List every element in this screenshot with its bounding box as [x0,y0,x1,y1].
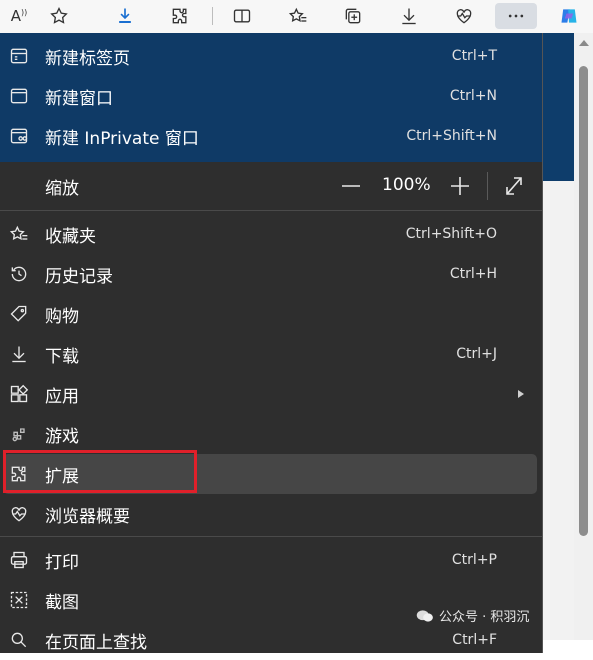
menu-item-label: 下载 [45,346,79,367]
wechat-icon [416,609,433,622]
new-window-icon [9,86,29,106]
favorites-icon [288,7,307,23]
menu-item-find[interactable]: 在页面上查找 Ctrl+F [0,620,542,660]
watermark: 公众号 · 积羽沉 [416,606,529,625]
download-icon [119,8,131,23]
menu-item-shopping[interactable]: 购物 [0,294,542,334]
menu-item-label: 打印 [45,552,79,573]
browser-essentials-button[interactable] [449,3,479,29]
download-button[interactable] [110,3,140,29]
menu-item-shortcut: Ctrl+P [451,552,497,568]
favorite-star-button[interactable] [44,3,74,29]
split-screen-icon [233,9,251,23]
history-icon [9,264,29,284]
zoom-row: 缩放 100% [0,162,542,210]
watermark-text: 公众号 · 积羽沉 [439,610,530,625]
menu-item-favorites[interactable]: 收藏夹 Ctrl+Shift+O [0,214,542,254]
zoom-label: 缩放 [45,179,79,199]
menu-item-label: 历史记录 [45,266,113,287]
menu-item-label: 浏览器概要 [45,506,130,527]
fullscreen-button[interactable] [503,174,525,198]
menu-item-apps[interactable]: 应用 [0,374,542,414]
apps-icon [9,384,29,404]
favorite-star-icon [50,6,68,24]
menu-item-label: 新建窗口 [45,88,113,109]
menu-item-new-window[interactable]: 新建窗口 Ctrl+N [0,76,542,116]
menu-item-label: 收藏夹 [45,226,96,247]
menu-item-new-inprivate[interactable]: 新建 InPrivate 窗口 Ctrl+Shift+N [0,116,542,156]
chevron-right-icon [518,390,524,398]
copilot-button[interactable] [553,3,585,29]
favorites-button[interactable] [283,3,313,29]
extensions-toolbar-button[interactable] [165,3,195,29]
games-icon [9,424,29,444]
copilot-icon [561,9,577,23]
menu-item-shortcut: Ctrl+H [449,266,497,282]
menu-item-label: 截图 [45,592,79,613]
browser-essentials-icon [9,504,29,524]
downloads-icon [402,8,416,25]
browser-essentials-icon [456,9,472,24]
read-aloud-button[interactable]: A)) [4,3,34,29]
menu-item-downloads[interactable]: 下载 Ctrl+J [0,334,542,374]
settings-menu: 新建标签页 Ctrl+T 新建窗口 Ctrl+N 新建 InPrivate 窗口… [0,33,543,653]
plus-icon [451,177,469,195]
print-icon [9,550,29,570]
menu-item-shortcut: Ctrl+F [452,632,497,648]
fullscreen-icon [506,177,522,195]
collections-icon [345,8,361,24]
scrollbar-thumb[interactable] [579,66,588,536]
menu-item-print[interactable]: 打印 Ctrl+P [0,540,542,580]
screenshot-icon [9,590,29,610]
menu-item-shortcut: Ctrl+J [456,346,497,362]
menu-item-label: 游戏 [45,426,79,447]
menu-item-shortcut: Ctrl+Shift+N [406,128,497,144]
zoom-in-button[interactable] [449,174,471,198]
menu-divider [0,210,542,211]
menu-item-history[interactable]: 历史记录 Ctrl+H [0,254,542,294]
menu-item-label: 在页面上查找 [45,632,147,653]
inprivate-icon [9,126,29,146]
more-button[interactable] [495,3,537,29]
minus-icon [342,185,360,187]
more-icon [508,14,524,18]
zoom-value: 100% [382,175,431,195]
page-content [542,181,574,640]
menu-item-label: 新建标签页 [45,48,130,69]
zoom-separator [487,172,488,200]
menu-item-games[interactable]: 游戏 [0,414,542,454]
menu-item-shortcut: Ctrl+Shift+O [405,226,497,242]
menu-item-label: 应用 [45,386,79,407]
read-aloud-icon: A)) [10,7,28,25]
menu-divider [0,536,542,537]
menu-item-shortcut: Ctrl+N [449,88,497,104]
menu-item-label: 购物 [45,306,79,327]
scroll-up-arrow-icon[interactable] [579,40,589,46]
shopping-tag-icon [9,304,29,324]
downloads-icon [9,344,29,364]
menu-item-browser-essentials[interactable]: 浏览器概要 [0,494,542,534]
favorites-icon [9,224,29,244]
collections-button[interactable] [338,3,368,29]
highlight-box [3,450,197,493]
menu-item-label: 新建 InPrivate 窗口 [45,128,199,149]
downloads-button[interactable] [394,3,424,29]
find-icon [9,630,29,650]
menu-item-new-tab[interactable]: 新建标签页 Ctrl+T [0,36,542,76]
new-tab-icon [9,46,29,66]
extensions-icon [172,8,187,24]
menu-item-shortcut: Ctrl+T [451,48,497,64]
page-header-band [542,33,574,181]
zoom-out-button[interactable] [340,174,362,198]
split-screen-button[interactable] [227,3,257,29]
toolbar-separator [212,7,213,25]
browser-toolbar: A)) [0,0,593,34]
